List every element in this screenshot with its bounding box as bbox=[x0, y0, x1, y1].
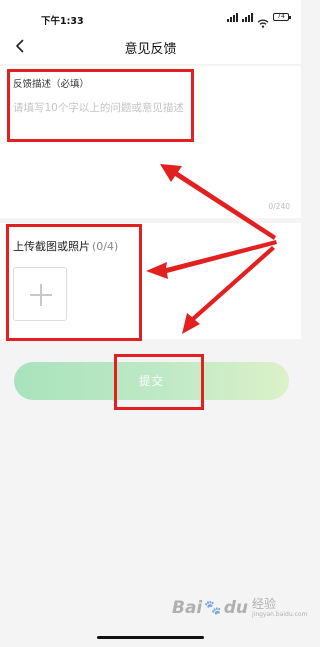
paw-icon: 🐾 bbox=[204, 600, 222, 616]
watermark-brand-left: Bai bbox=[172, 598, 203, 618]
watermark-brand-right: du bbox=[223, 598, 248, 618]
page-title: 意见反馈 bbox=[124, 42, 177, 57]
highlight-box-upload bbox=[6, 224, 142, 341]
signal-icon-secondary bbox=[242, 12, 253, 22]
watermark-text: 经验 bbox=[251, 597, 276, 611]
watermark-subtext: jingyan.baidu.com bbox=[251, 611, 308, 618]
char-count: 0/240 bbox=[268, 202, 290, 211]
home-indicator bbox=[97, 636, 204, 639]
wifi-icon bbox=[257, 13, 269, 28]
highlight-box-description bbox=[7, 69, 194, 142]
status-time: 下午1:33 bbox=[41, 16, 84, 27]
signal-icon bbox=[227, 12, 238, 22]
status-bar: 下午1:33 74 bbox=[0, 0, 301, 30]
battery-icon: 74 bbox=[273, 13, 291, 21]
status-icons: 74 bbox=[227, 12, 291, 28]
baidu-watermark: Bai 🐾 du 经验 jingyan.baidu.com bbox=[172, 590, 307, 626]
watermark-sub: 经验 jingyan.baidu.com bbox=[252, 598, 307, 618]
highlight-box-submit bbox=[114, 354, 204, 410]
header: 意见反馈 bbox=[0, 30, 301, 64]
